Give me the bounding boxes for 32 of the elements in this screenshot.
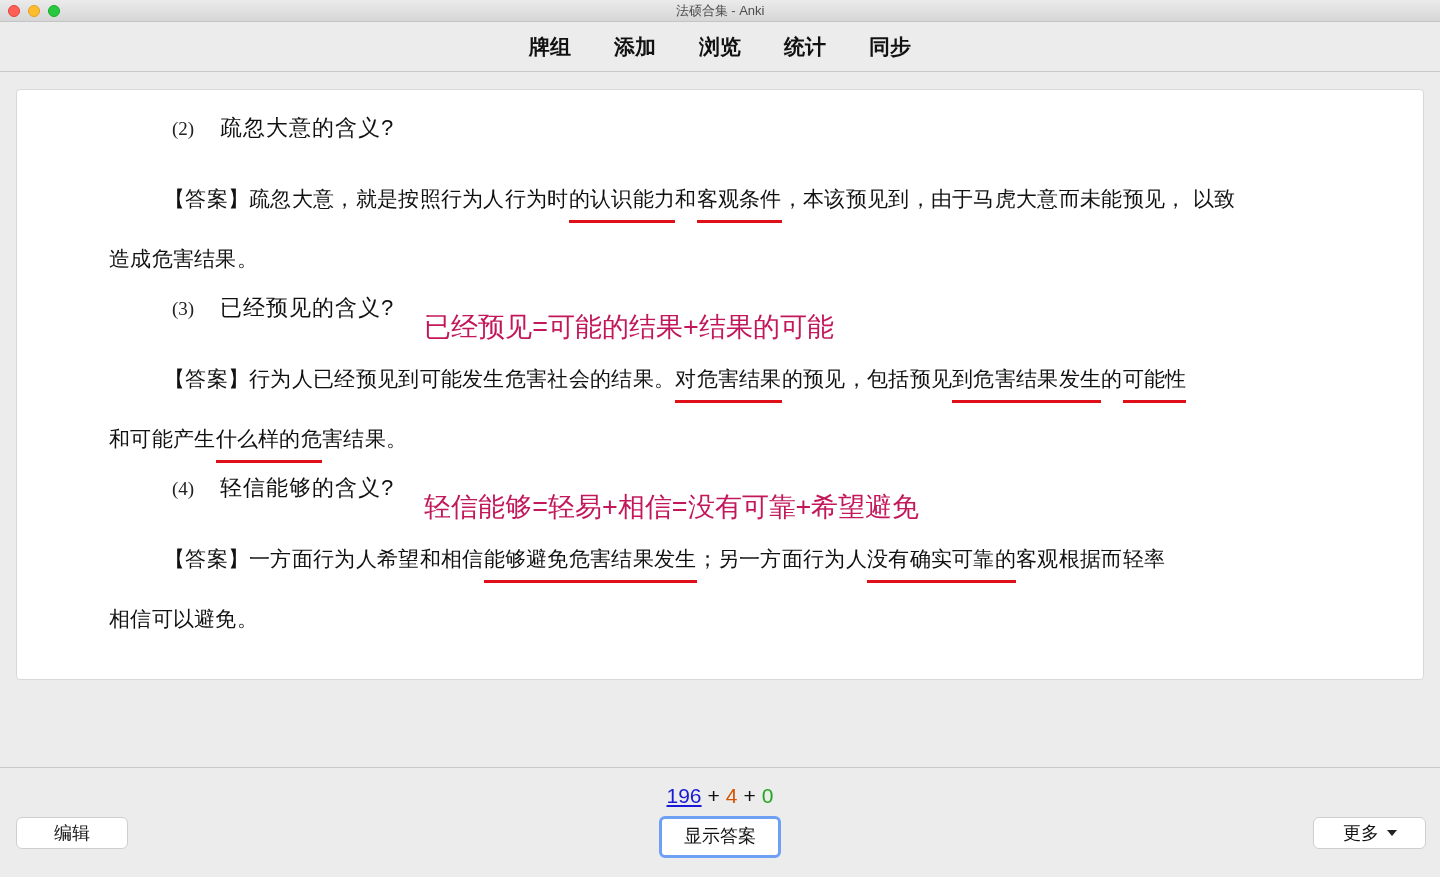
handwritten-note: 已经预见=可能的结果+结果的可能 bbox=[424, 311, 834, 344]
toolbar-link[interactable]: 浏览 bbox=[699, 30, 741, 63]
edit-button[interactable]: 编辑 bbox=[16, 817, 128, 849]
minimize-icon[interactable] bbox=[28, 4, 40, 17]
handwritten-note: 轻信能够=轻易+相信=没有可靠+希望避免 bbox=[424, 491, 920, 524]
text-line: 相信可以避免。 bbox=[109, 606, 260, 632]
question-text: 轻信能够的含义? bbox=[220, 474, 395, 502]
toolbar-link[interactable]: 添加 bbox=[614, 30, 656, 63]
zoom-icon[interactable] bbox=[48, 4, 60, 17]
review-count: 0 bbox=[761, 783, 774, 809]
more-button[interactable]: 更多 bbox=[1313, 817, 1426, 849]
question-text: 疏忽大意的含义? bbox=[220, 114, 395, 142]
toolbar-link[interactable]: 同步 bbox=[869, 30, 911, 63]
text-line: 和可能产生什么样的危害结果。 bbox=[109, 409, 1393, 469]
text-line: 【答案】疏忽大意，就是按照行为人行为时的认识能力和客观条件，本该预见到，由于马虎大意而未能预见， 以致 bbox=[109, 169, 1393, 229]
close-icon[interactable] bbox=[8, 4, 20, 17]
toolbar-link[interactable]: 牌组 bbox=[529, 30, 571, 63]
question-number: (2) bbox=[172, 117, 196, 141]
question-text: 已经预见的含义? bbox=[220, 294, 395, 322]
question-number: (3) bbox=[172, 297, 196, 321]
text-line: 造成危害结果。 bbox=[109, 246, 260, 272]
question-number: (4) bbox=[172, 477, 196, 501]
window-title: 法硕合集 - Anki bbox=[675, 1, 765, 20]
plus-sign: + bbox=[707, 783, 720, 809]
learning-count: 4 bbox=[725, 783, 738, 809]
text-line: 【答案】一方面行为人希望和相信能够避免危害结果发生；另一方面行为人没有确实可靠的客观根据而轻率 bbox=[109, 529, 1393, 589]
plus-sign: + bbox=[743, 783, 756, 809]
toolbar-link[interactable]: 统计 bbox=[784, 30, 826, 63]
show-answer-button[interactable]: 显示答案 bbox=[659, 815, 781, 858]
caret-icon bbox=[1386, 830, 1397, 836]
new-count[interactable]: 196 bbox=[666, 780, 702, 812]
text-line: 【答案】行为人已经预见到可能发生危害社会的结果。对危害结果的预见，包括预见到危害结果发生的可能性 bbox=[109, 349, 1393, 409]
